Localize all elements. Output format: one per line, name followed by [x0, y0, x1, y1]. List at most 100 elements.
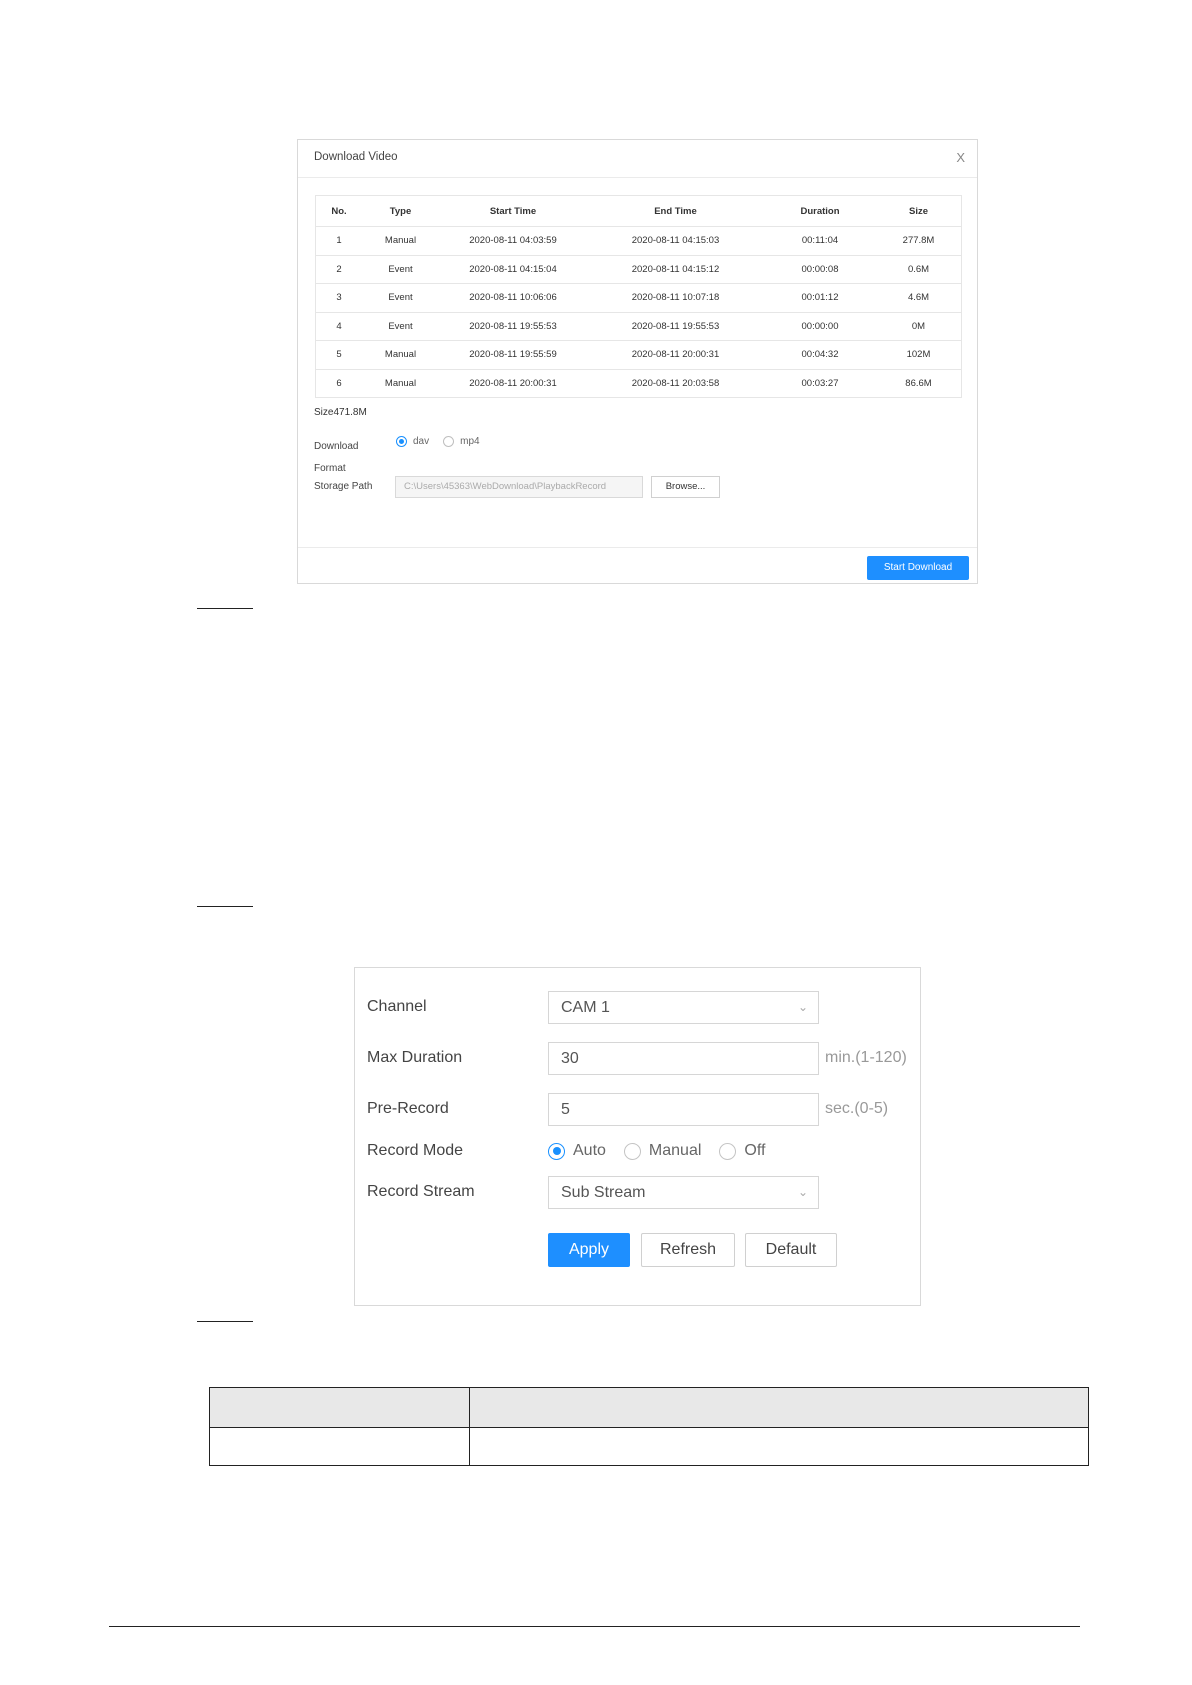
cell-start-time: 2020-08-11 19:55:59	[439, 340, 587, 370]
cell-end-time: 2020-08-11 04:15:03	[587, 226, 764, 256]
table-row[interactable]: 1 Manual 2020-08-11 04:03:59 2020-08-11 …	[315, 226, 962, 256]
record-mode-radio-auto[interactable]	[548, 1142, 565, 1160]
cell-size: 0M	[876, 312, 962, 341]
record-settings-panel: Channel CAM 1 ⌄ Max Duration 30 min.(1-1…	[354, 967, 921, 1306]
cell-duration: 00:11:04	[764, 226, 876, 256]
cell-duration: 00:00:08	[764, 255, 876, 284]
cell-no: 2	[315, 255, 362, 284]
channel-label: Channel	[367, 998, 427, 1015]
table-row[interactable]: 4 Event 2020-08-11 19:55:53 2020-08-11 1…	[315, 312, 962, 341]
dialog-header: Download Video X	[298, 140, 977, 178]
record-mode-option-label[interactable]: Auto	[573, 1142, 606, 1160]
cell-start-time: 2020-08-11 20:00:31	[469, 377, 557, 389]
download-format-label: Download Format	[314, 441, 359, 474]
storage-path-label: Storage Path	[314, 481, 373, 492]
cell-start-time: 2020-08-11 04:15:04	[439, 255, 587, 284]
record-stream-label: Record Stream	[367, 1183, 475, 1200]
cell-duration: 00:04:32	[764, 340, 876, 370]
table-header-row	[209, 1387, 1089, 1428]
table-row[interactable]: 3 Event 2020-08-11 10:06:06 2020-08-11 1…	[315, 283, 962, 313]
refresh-button[interactable]: Refresh	[641, 1233, 735, 1267]
table-row[interactable]: 2 Event 2020-08-11 04:15:04 2020-08-11 0…	[315, 255, 962, 284]
cell-start-time: 2020-08-11 04:03:59	[439, 226, 587, 256]
record-mode-radio-manual[interactable]	[623, 1142, 641, 1160]
cell-size: 86.6M	[905, 377, 932, 389]
dialog-footer: Start Download	[298, 547, 977, 585]
column-header: No.	[315, 195, 362, 227]
video-list-table: No. Type Start Time End Time Duration Si…	[315, 195, 962, 398]
format-radio-mp4[interactable]	[443, 436, 455, 447]
cell-no: 4	[315, 312, 362, 341]
record-mode-option-label[interactable]: Manual	[649, 1142, 701, 1160]
dialog-title: Download Video	[314, 151, 398, 163]
cell-end-time: 2020-08-11 20:03:58	[631, 377, 720, 389]
cell-size: 4.6M	[876, 283, 962, 313]
cell-size: 277.8M	[876, 226, 962, 256]
browse-button[interactable]: Browse...	[651, 476, 720, 498]
start-download-button[interactable]: Start Download	[867, 556, 969, 580]
table-row	[209, 1427, 1089, 1466]
record-mode-options: Auto Manual Off	[548, 1142, 783, 1160]
format-option-label[interactable]: mp4	[460, 436, 479, 447]
step-marker-line	[197, 906, 253, 907]
step-marker-line	[197, 1321, 253, 1322]
format-option-label[interactable]: dav	[413, 436, 429, 447]
table-row[interactable]: 5 Manual 2020-08-11 19:55:59 2020-08-11 …	[315, 340, 962, 370]
cell-start-time: 2020-08-11 19:55:53	[439, 312, 587, 341]
table-cell	[469, 1427, 1089, 1466]
step-marker-line	[197, 608, 253, 609]
format-radio-dav[interactable]	[396, 436, 407, 447]
pre-record-unit: sec.(0-5)	[825, 1100, 889, 1117]
cell-duration: 00:03:27	[801, 377, 839, 389]
cell-end-time: 2020-08-11 04:15:12	[587, 255, 764, 284]
cell-size: 102M	[876, 340, 962, 370]
cell-type: Manual	[362, 340, 439, 370]
cell-no: 6	[336, 377, 342, 389]
max-duration-label: Max Duration	[367, 1049, 463, 1066]
cell-start-time: 2020-08-11 10:06:06	[439, 283, 587, 313]
total-size-text: Size471.8M	[314, 407, 367, 418]
table-header-cell	[209, 1387, 470, 1428]
record-stream-select[interactable]: Sub Stream ⌄	[548, 1176, 819, 1209]
cell-end-time: 2020-08-11 19:55:53	[587, 312, 764, 341]
storage-path-field[interactable]: C:\Users\45363\WebDownload\PlaybackRecor…	[395, 476, 643, 498]
cell-type: Event	[362, 255, 439, 284]
cell-type: Event	[362, 312, 439, 341]
table-header-row: No. Type Start Time End Time Duration Si…	[315, 195, 962, 227]
close-icon[interactable]: X	[956, 150, 965, 165]
column-header: Size	[876, 195, 962, 227]
table-cell	[209, 1427, 470, 1466]
default-button[interactable]: Default	[745, 1233, 837, 1267]
footer-divider	[109, 1626, 1080, 1627]
max-duration-unit: min.(1-120)	[825, 1049, 907, 1066]
download-video-dialog: Download Video X No. Type Start Time End…	[297, 139, 978, 584]
cell-type: Event	[362, 283, 439, 313]
cell-no: 1	[315, 226, 362, 256]
cell-duration: 00:01:12	[764, 283, 876, 313]
record-stream-select-value: Sub Stream	[561, 1184, 646, 1201]
cell-size: 0.6M	[876, 255, 962, 284]
record-mode-option-label[interactable]: Off	[744, 1142, 765, 1160]
pre-record-input[interactable]: 5	[548, 1093, 819, 1126]
table-row[interactable]: 6 Manual 2020-08-11 20:00:31 2020-08-11 …	[316, 369, 962, 398]
apply-button[interactable]: Apply	[548, 1233, 630, 1267]
cell-no: 5	[315, 340, 362, 370]
column-header: Type	[362, 195, 439, 227]
cell-end-time: 2020-08-11 20:00:31	[587, 340, 764, 370]
column-header: Duration	[764, 195, 876, 227]
cell-duration: 00:00:00	[764, 312, 876, 341]
channel-select-value: CAM 1	[561, 999, 610, 1016]
chevron-down-icon: ⌄	[797, 1000, 808, 1014]
table-header-cell	[469, 1387, 1089, 1428]
cell-end-time: 2020-08-11 10:07:18	[587, 283, 764, 313]
record-mode-label: Record Mode	[367, 1142, 464, 1159]
cell-no: 3	[315, 283, 362, 313]
record-mode-radio-off[interactable]	[719, 1142, 737, 1160]
parameter-table	[209, 1387, 1089, 1466]
max-duration-input[interactable]: 30	[548, 1042, 819, 1075]
cell-type: Manual	[384, 377, 417, 389]
download-format-options: dav mp4	[396, 436, 488, 447]
channel-select[interactable]: CAM 1 ⌄	[548, 991, 819, 1024]
cell-type: Manual	[362, 226, 439, 256]
chevron-down-icon: ⌄	[797, 1185, 808, 1199]
